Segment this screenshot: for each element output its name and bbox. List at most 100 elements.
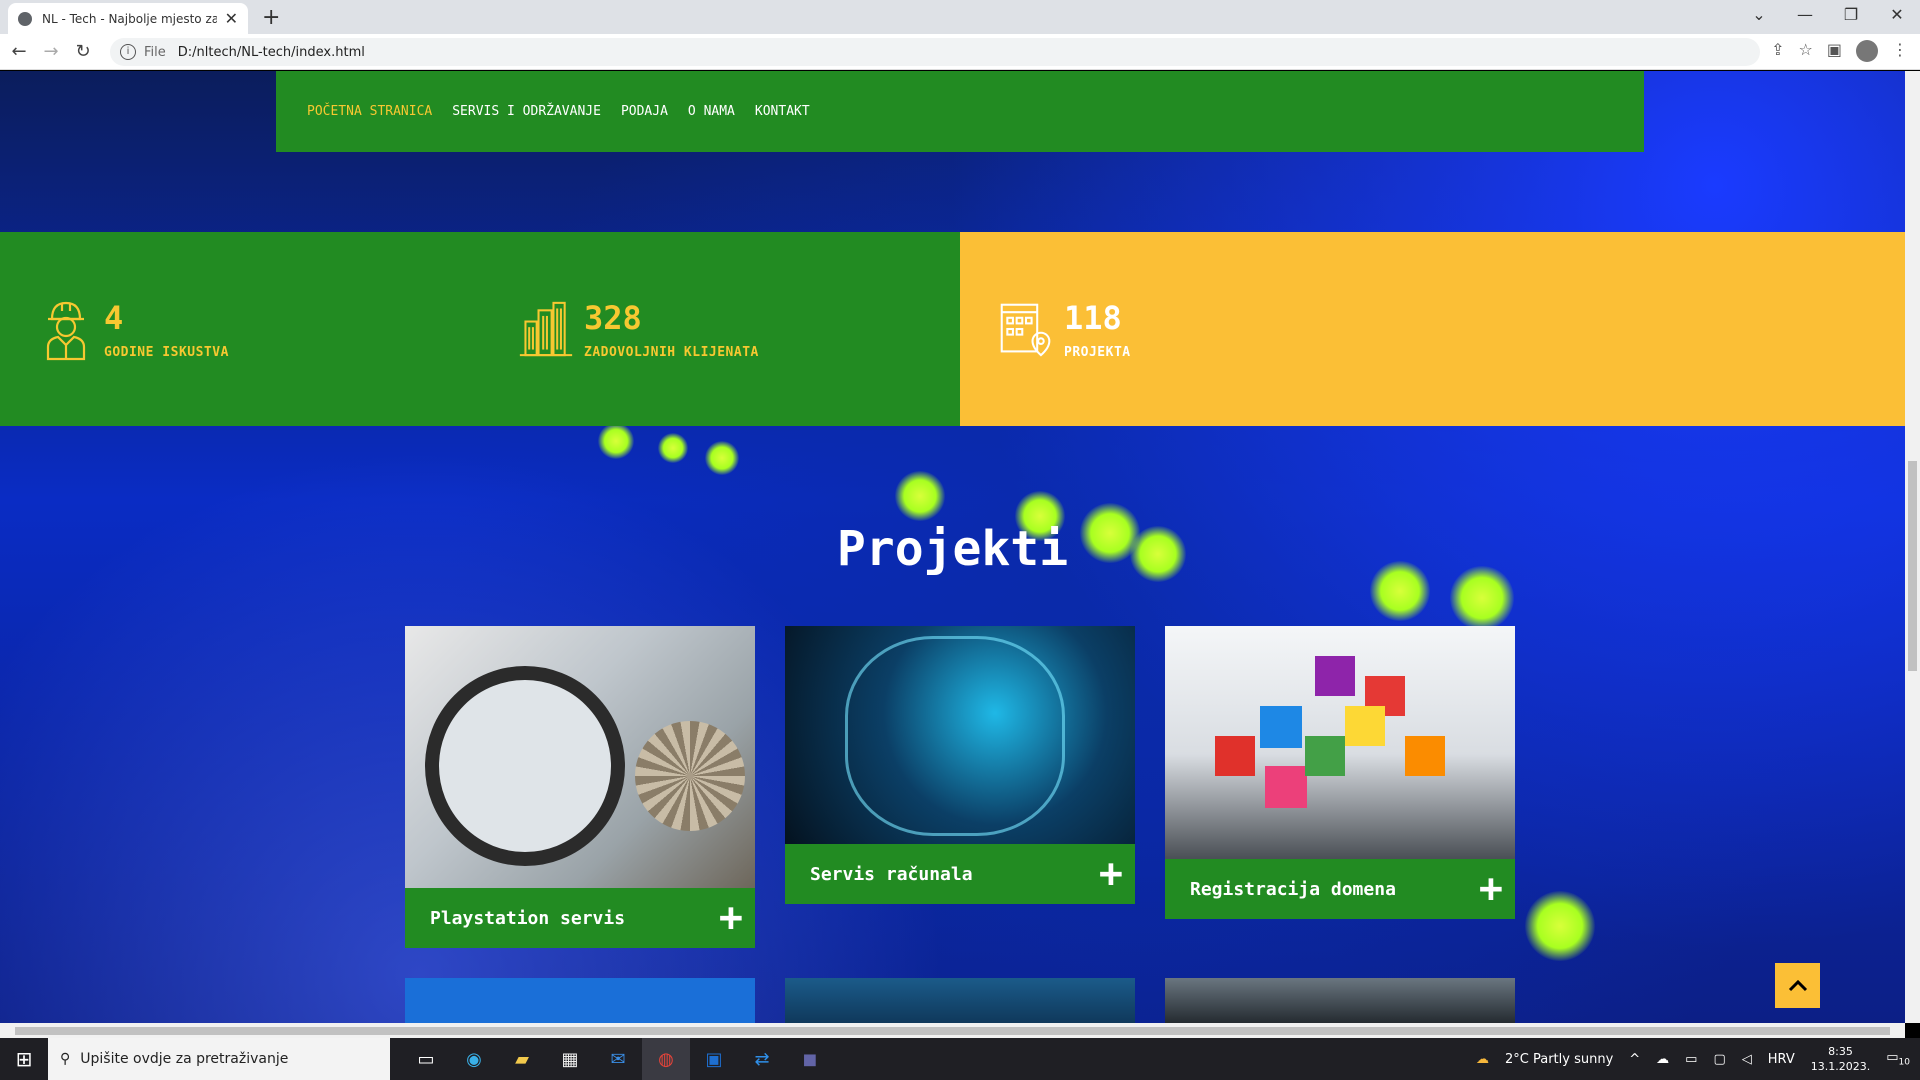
stat-label: GODINE ISKUSTVA bbox=[104, 344, 229, 360]
project-card-partial[interactable] bbox=[1165, 978, 1515, 1023]
fan-shape bbox=[635, 721, 745, 831]
edge-icon[interactable]: ◉ bbox=[450, 1038, 498, 1080]
windows-start-icon[interactable]: ⊞ bbox=[0, 1047, 48, 1071]
worker-icon bbox=[46, 301, 86, 361]
scrollbar-thumb[interactable] bbox=[15, 1027, 1890, 1035]
stat-clients: 328 ZADOVOLJNIH KLIJENATA bbox=[480, 232, 960, 426]
city-buildings-icon bbox=[519, 301, 573, 357]
onedrive-icon[interactable]: ☁ bbox=[1656, 1052, 1669, 1067]
section-title: Projekti bbox=[836, 521, 1069, 577]
restore-button[interactable]: ❐ bbox=[1828, 0, 1874, 34]
chevron-up-icon bbox=[1788, 979, 1807, 991]
vertical-scrollbar[interactable] bbox=[1905, 71, 1920, 1023]
project-caption: Servis računala + bbox=[785, 844, 1135, 904]
tray-chevron-icon[interactable]: ^ bbox=[1629, 1052, 1640, 1067]
stat-label: ZADOVOLJNIH KLIJENATA bbox=[584, 344, 759, 360]
language-indicator[interactable]: HRV bbox=[1768, 1052, 1795, 1067]
project-card[interactable]: Servis računala + bbox=[785, 626, 1135, 904]
clock-date: 13.1.2023. bbox=[1810, 1060, 1871, 1073]
taskbar-search-box[interactable]: ⚲ Upišite ovdje za pretraživanje bbox=[48, 1038, 390, 1080]
forward-icon[interactable]: → bbox=[38, 41, 64, 62]
volume-icon[interactable]: ◁ bbox=[1742, 1052, 1752, 1067]
notification-center-icon[interactable]: ▭10 bbox=[1886, 1050, 1910, 1068]
teams-icon[interactable]: ◼ bbox=[786, 1038, 834, 1080]
windows-taskbar: ⊞ ⚲ Upišite ovdje za pretraživanje ▭ ◉ ▰… bbox=[0, 1038, 1920, 1080]
stat-number: 4 bbox=[104, 298, 124, 337]
profile-avatar[interactable] bbox=[1856, 40, 1878, 62]
building-location-icon bbox=[1000, 303, 1051, 357]
menu-kebab-icon[interactable]: ⋮ bbox=[1892, 40, 1908, 62]
nav-link-home[interactable]: POČETNA STRANICA bbox=[307, 104, 432, 119]
led-light bbox=[1525, 891, 1595, 961]
project-caption: Registracija domena + bbox=[1165, 859, 1515, 919]
led-light bbox=[895, 471, 945, 521]
network-icon[interactable]: ▢ bbox=[1713, 1052, 1725, 1067]
close-window-button[interactable]: ✕ bbox=[1874, 0, 1920, 34]
plus-icon[interactable]: + bbox=[1479, 869, 1503, 909]
disc-tray-shape bbox=[425, 666, 625, 866]
project-caption: Playstation servis + bbox=[405, 888, 755, 948]
plus-icon[interactable]: + bbox=[1099, 854, 1123, 894]
stat-number: 328 bbox=[584, 298, 642, 337]
scroll-to-top-button[interactable] bbox=[1775, 963, 1820, 1008]
store-icon[interactable]: ▦ bbox=[546, 1038, 594, 1080]
nav-link-about[interactable]: O NAMA bbox=[688, 104, 735, 119]
scrollbar-thumb[interactable] bbox=[1908, 461, 1917, 671]
url-text: D:/nltech/NL-tech/index.html bbox=[177, 44, 365, 60]
teamviewer-icon[interactable]: ⇄ bbox=[738, 1038, 786, 1080]
clock[interactable]: 8:35 13.1.2023. bbox=[1811, 1044, 1870, 1074]
share-icon[interactable]: ⇪ bbox=[1771, 40, 1784, 62]
battery-icon[interactable]: ▭ bbox=[1685, 1052, 1697, 1067]
domain-cubes-shape bbox=[1205, 646, 1465, 816]
bookmark-star-icon[interactable]: ☆ bbox=[1799, 40, 1813, 62]
horizontal-scrollbar[interactable] bbox=[0, 1023, 1905, 1038]
system-tray: ☁ 2°C Partly sunny ^ ☁ ▭ ▢ ◁ HRV 8:35 13… bbox=[1476, 1038, 1910, 1080]
window-controls: ⌄ — ❐ ✕ bbox=[1736, 0, 1920, 34]
project-card-partial[interactable] bbox=[405, 978, 755, 1023]
toolbar-actions: ⇪ ☆ ▣ ⋮ bbox=[1771, 40, 1908, 62]
stats-bar: 4 GODINE ISKUSTVA 328 ZADOVOLJNIH KLIJEN… bbox=[0, 232, 1905, 426]
file-explorer-icon[interactable]: ▰ bbox=[498, 1038, 546, 1080]
project-card[interactable]: Playstation servis + bbox=[405, 626, 755, 948]
globe-icon bbox=[18, 11, 32, 26]
tab-title: NL - Tech - Najbolje mjesto za v bbox=[42, 11, 217, 26]
chrome-icon[interactable]: ◍ bbox=[642, 1038, 690, 1080]
close-tab-icon[interactable]: ✕ bbox=[225, 9, 238, 28]
plus-icon[interactable]: + bbox=[719, 898, 743, 938]
browser-tab-strip: NL - Tech - Najbolje mjesto za v ✕ + ⌄ —… bbox=[0, 0, 1920, 34]
reload-icon[interactable]: ↻ bbox=[70, 41, 96, 62]
stat-label: PROJEKTA bbox=[1064, 344, 1131, 360]
mail-icon[interactable]: ✉ bbox=[594, 1038, 642, 1080]
led-light bbox=[705, 441, 739, 475]
browser-toolbar: ← → ↻ i File D:/nltech/NL-tech/index.htm… bbox=[0, 34, 1920, 70]
new-tab-button[interactable]: + bbox=[262, 5, 280, 30]
info-icon[interactable]: i bbox=[120, 44, 136, 60]
nav-link-service[interactable]: SERVIS I ODRŽAVANJE bbox=[452, 104, 601, 119]
cable-shape bbox=[845, 636, 1065, 836]
search-icon: ⚲ bbox=[60, 1051, 71, 1067]
project-card-partial[interactable] bbox=[785, 978, 1135, 1023]
address-bar[interactable]: i File D:/nltech/NL-tech/index.html bbox=[110, 38, 1760, 66]
side-panel-icon[interactable]: ▣ bbox=[1827, 40, 1842, 62]
project-card[interactable]: Registracija domena + bbox=[1165, 626, 1515, 919]
main-navigation: POČETNA STRANICA SERVIS I ODRŽAVANJE POD… bbox=[276, 71, 1644, 152]
task-view-icon[interactable]: ▭ bbox=[402, 1038, 450, 1080]
weather-text[interactable]: 2°C Partly sunny bbox=[1505, 1052, 1613, 1067]
project-title: Registracija domena bbox=[1190, 878, 1396, 900]
browser-tab[interactable]: NL - Tech - Najbolje mjesto za v ✕ bbox=[8, 3, 248, 34]
stats-green-panel: 4 GODINE ISKUSTVA 328 ZADOVOLJNIH KLIJEN… bbox=[0, 232, 960, 426]
url-scheme: File bbox=[144, 44, 166, 60]
back-icon[interactable]: ← bbox=[6, 41, 32, 62]
project-title: Playstation servis bbox=[430, 907, 626, 929]
project-title: Servis računala bbox=[810, 863, 973, 885]
minimize-button[interactable]: — bbox=[1782, 0, 1828, 34]
nav-link-sales[interactable]: PODAJA bbox=[621, 104, 668, 119]
search-placeholder: Upišite ovdje za pretraživanje bbox=[80, 1051, 289, 1067]
project-image bbox=[405, 626, 755, 888]
outlook-icon[interactable]: ▣ bbox=[690, 1038, 738, 1080]
clock-time: 8:35 bbox=[1828, 1045, 1853, 1058]
nav-link-contact[interactable]: KONTAKT bbox=[755, 104, 810, 119]
notification-count: 10 bbox=[1898, 1057, 1910, 1068]
tab-search-icon[interactable]: ⌄ bbox=[1736, 0, 1782, 34]
project-image bbox=[1165, 626, 1515, 859]
